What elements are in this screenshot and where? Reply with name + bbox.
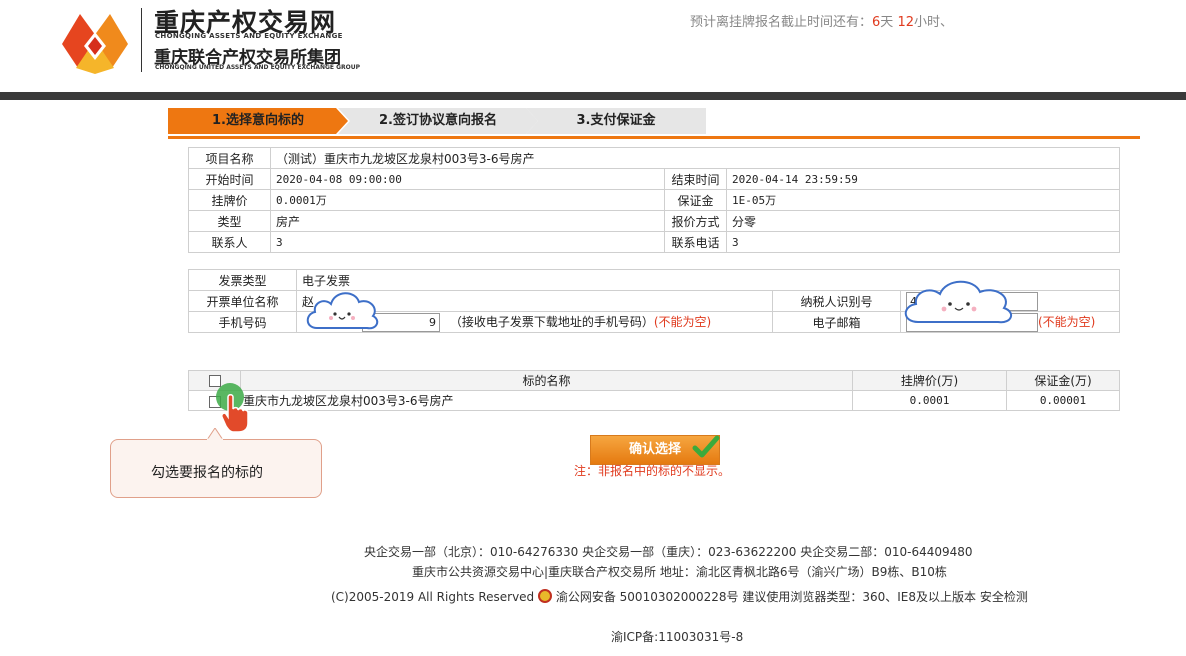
icp-record[interactable]: 渝ICP备:11003031号-8 [611, 628, 743, 645]
col-deposit: 保证金(万) [1006, 370, 1120, 391]
quote-method-value: 分零 [726, 210, 1120, 232]
target-name-cell: 重庆市九龙坡区龙泉村003号3-6号房产 [188, 390, 853, 411]
countdown-days-unit: 天 [880, 15, 894, 30]
step-indicator: 1.选择意向标的 2.签订协议意向报名 3.支付保证金 [168, 108, 708, 134]
step-underline [168, 136, 1140, 139]
police-badge-icon [538, 589, 553, 603]
countdown-prefix: 预计离挂牌报名截止时间还有： [690, 15, 873, 30]
hint-callout-text: 勾选要报名的标的 [151, 465, 263, 481]
start-time-value: 2020-04-08 09:00:00 [270, 168, 665, 190]
email-label: 电子邮箱 [772, 311, 901, 333]
top-bar [0, 92, 1186, 100]
site-name-en: CHONGQING ASSETS AND EQUITY EXCHANGE [155, 32, 343, 40]
check-mark-icon [692, 435, 720, 458]
countdown-hours: 12 [897, 15, 914, 30]
security-record[interactable]: 渝公网安备 50010302000228号 建议使用浏览器类型：360、IE8及… [556, 590, 1028, 604]
cloud-mask-icon [904, 280, 1013, 324]
targets-table: 标的名称 挂牌价(万) 保证金(万) 重庆市九龙坡区龙泉村003号3-6号房产 … [188, 370, 1120, 411]
email-required: (不能为空) [1038, 314, 1096, 329]
target-deposit: 0.00001 [1006, 390, 1120, 411]
project-name-value: （测试）重庆市九龙坡区龙泉村003号3-6号房产 [270, 147, 1120, 169]
footer-line-1: 央企交易一部（北京）：010-64276330 央企交易一部（重庆）：023-6… [364, 545, 973, 559]
targets-header-row: 标的名称 挂牌价(万) 保证金(万) [188, 370, 1120, 391]
logo-mark-icon [62, 14, 128, 74]
invoice-unit-label: 开票单位名称 [188, 290, 297, 312]
note-text: 注：非报名中的标的不显示。 [574, 464, 731, 478]
col-price: 挂牌价(万) [852, 370, 1007, 391]
table-row: 重庆市九龙坡区龙泉村003号3-6号房产 0.0001 0.00001 [188, 390, 1120, 411]
group-name-en: CHONGQING UNITED ASSETS AND EQUITY EXCHA… [155, 64, 361, 71]
col-target-name: 标的名称 [240, 370, 853, 391]
countdown: 预计离挂牌报名截止时间还有：6天 12小时、 [690, 11, 953, 30]
mobile-required: (不能为空) [653, 314, 712, 329]
price-value: 0.0001万 [270, 189, 665, 211]
deposit-label: 保证金 [664, 189, 727, 211]
tax-id-label: 纳税人识别号 [772, 290, 901, 312]
copyright: (C)2005-2019 All Rights Reserved [331, 590, 535, 604]
target-price: 0.0001 [852, 390, 1007, 411]
end-time-label: 结束时间 [664, 168, 727, 190]
mobile-label: 手机号码 [188, 311, 297, 333]
callout-tail [206, 428, 224, 440]
step-3: 3.支付保证金 [526, 108, 706, 134]
contact-label: 联系人 [188, 231, 271, 253]
contact-value: 3 [270, 231, 665, 253]
type-value: 房产 [270, 210, 665, 232]
type-label: 类型 [188, 210, 271, 232]
contact-phone-value: 3 [726, 231, 1120, 253]
mobile-hint: （接收电子发票下载地址的手机号码） [449, 314, 654, 329]
target-name: 重庆市九龙坡区龙泉村003号3-6号房产 [243, 394, 454, 408]
footer-line-3: (C)2005-2019 All Rights Reserved 渝公网安备 5… [331, 588, 1028, 605]
invoice-type-label: 发票类型 [188, 269, 297, 291]
hand-pointer-icon [221, 394, 249, 433]
footer-line-2: 重庆市公共资源交易中心|重庆联合产权交易所 地址：渝北区青枫北路6号（渝兴广场）… [412, 565, 947, 579]
end-time-value: 2020-04-14 23:59:59 [726, 168, 1120, 190]
countdown-hours-unit: 小时、 [914, 15, 954, 30]
project-name-label: 项目名称 [188, 147, 271, 169]
contact-phone-label: 联系电话 [664, 231, 727, 253]
logo-divider [141, 8, 142, 72]
cloud-mask-icon [306, 292, 379, 330]
select-all-checkbox[interactable] [208, 375, 221, 387]
step-1: 1.选择意向标的 [168, 108, 348, 134]
step-2: 2.签订协议意向报名 [338, 108, 538, 134]
deposit-value: 1E-05万 [726, 189, 1120, 211]
project-info-table: 项目名称 （测试）重庆市九龙坡区龙泉村003号3-6号房产 开始时间 2020-… [188, 147, 1120, 253]
price-label: 挂牌价 [188, 189, 271, 211]
quote-method-label: 报价方式 [664, 210, 727, 232]
start-time-label: 开始时间 [188, 168, 271, 190]
